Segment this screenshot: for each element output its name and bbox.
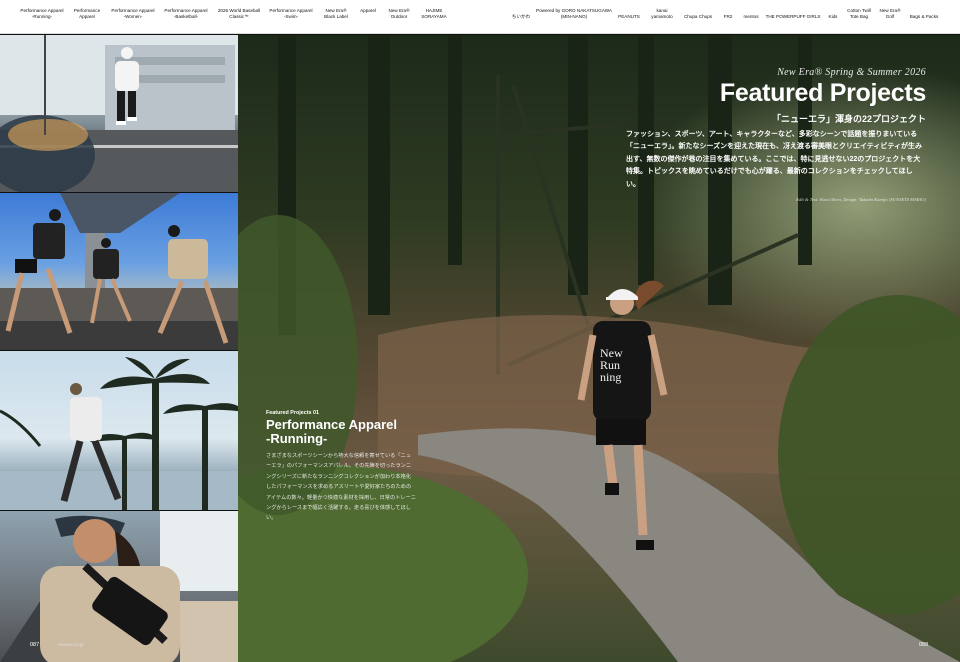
photo-runner-highway xyxy=(0,35,238,192)
nav-item-fr2[interactable]: FR2 xyxy=(724,14,733,20)
nav-item-performance-basketball[interactable]: Performance Apparel -Basketball- xyxy=(164,8,207,19)
nav-item-performance-women[interactable]: Performance Apparel -Women- xyxy=(111,8,154,19)
nav-item-mentos[interactable]: mentos xyxy=(743,14,758,20)
feature-label: Featured Projects 01 xyxy=(266,410,320,416)
nav-item-black-label[interactable]: New Era® Black Label xyxy=(324,8,348,19)
nav-item-chupa-chups[interactable]: Chupa Chups xyxy=(684,14,712,20)
top-navigation-bar: Performance Apparel -Running- Performanc… xyxy=(0,0,960,34)
hero-forest-trail: New Run ning New Era® Spring & Summer 20… xyxy=(238,35,960,662)
nav-item-kids[interactable]: Kids xyxy=(829,14,838,20)
nav-item-golf[interactable]: New Era® Golf xyxy=(880,8,901,19)
feature-paragraph: さまざまなスポーツシーンから熱大な信頼を寄せている「ニューエラ」のパフォーマンス… xyxy=(266,453,416,522)
nav-item-world-baseball-classic[interactable]: 2026 World Baseball Classic™ xyxy=(218,8,260,19)
nav-item-performance-swim[interactable]: Performance Apparel -Swim- xyxy=(269,8,312,19)
page-number-right: 088 xyxy=(919,642,929,648)
photo-woman-bag-illustration xyxy=(0,511,238,662)
nav-item-peanuts[interactable]: PEANUTS xyxy=(618,14,640,20)
nav-item-cotton-twill-tote[interactable]: Cotton Twill Tote Bag xyxy=(847,8,871,19)
feature-title-line2: -Running- xyxy=(266,431,328,446)
nav-item-bags-packs[interactable]: Bags & Packs xyxy=(910,14,939,20)
shirt-print-text: New Run ning xyxy=(600,346,623,384)
nav-item-powerpuff-girls[interactable]: THE POWERPUFF GIRLS xyxy=(766,14,821,20)
photo-runner-palms-illustration xyxy=(0,357,238,510)
photo-runner-palms xyxy=(0,351,238,510)
feature-block: Featured Projects 01 Performance Apparel… xyxy=(266,410,416,524)
section-kicker: New Era® Spring & Summer 2026 xyxy=(777,67,926,78)
photo-runners-group-illustration xyxy=(0,193,238,350)
nav-item-apparel[interactable]: Apparel xyxy=(360,8,376,14)
page-url-tag: newera.co.jp xyxy=(58,642,84,647)
nav-item-performance-apparel[interactable]: Performance Apparel xyxy=(74,8,100,19)
nav-item-performance-running[interactable]: Performance Apparel -Running- xyxy=(20,8,63,19)
nav-item-kanai-yamamoto[interactable]: kanai yamamoto xyxy=(651,8,672,19)
photo-credit: Edit & Text: Kota Ohori, Design: Takashi… xyxy=(796,197,926,203)
hero-title-block: New Era® Spring & Summer 2026 Featured P… xyxy=(626,67,926,202)
nav-item-outdoor[interactable]: New Era® Outdoor xyxy=(389,8,410,19)
nav-item-chiikawa[interactable]: ちいかわ xyxy=(512,14,530,20)
photo-runner-highway-illustration xyxy=(0,35,238,192)
intro-paragraph: ファッション、スポーツ、アート、キャラクターなど、多彩なシーンで話題を振りまいて… xyxy=(626,131,922,188)
photo-woman-bag xyxy=(0,511,238,662)
nav-item-goro-nakatsugawa[interactable]: Powered by GORO NAKATSUGAWA (MIN-NANO) xyxy=(536,8,612,19)
feature-title: Performance Apparel -Running- xyxy=(266,418,416,446)
section-subtitle: 「ニューエラ」渾身の22プロジェクト xyxy=(771,114,926,124)
feature-title-line1: Performance Apparel xyxy=(266,417,398,432)
page-title: Featured Projects xyxy=(719,79,926,107)
page-number-left: 087 xyxy=(30,642,40,648)
photo-runners-group xyxy=(0,193,238,350)
nav-item-hajime-sorayama[interactable]: HAJIME SORAYAMA xyxy=(421,8,446,19)
